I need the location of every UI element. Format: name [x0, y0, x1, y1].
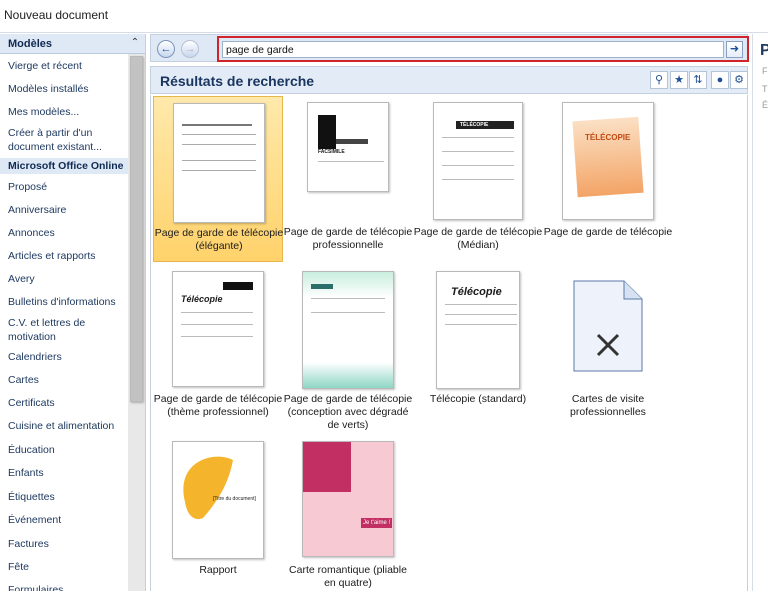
- template-thumbnail[interactable]: [Titre du document]: [172, 441, 264, 559]
- sidebar-item[interactable]: Anniversaire: [0, 200, 128, 220]
- sidebar-item[interactable]: Bulletins d'informations: [0, 292, 128, 312]
- sidebar-item[interactable]: Vierge et récent: [0, 56, 128, 76]
- scrollbar-thumb[interactable]: [130, 56, 143, 402]
- template-tile[interactable]: Page de garde de télécopie (conception a…: [283, 267, 413, 433]
- thumb-label: Je t'aime !: [361, 518, 393, 528]
- sidebar-item[interactable]: Fête: [0, 557, 128, 577]
- search-input[interactable]: [222, 41, 724, 58]
- sidebar-item[interactable]: Factures: [0, 534, 128, 554]
- sort-az-icon[interactable]: ⇅: [689, 71, 707, 89]
- sidebar-item[interactable]: Cuisine et alimentation: [0, 416, 128, 436]
- preview-line-icon: É: [762, 100, 768, 110]
- template-grid: Page de garde de télécopie (élégante) FAC…: [150, 95, 748, 591]
- sidebar-item[interactable]: Cartes: [0, 370, 128, 390]
- arrow-right-icon[interactable]: →: [181, 40, 199, 58]
- preview-line-icon: F: [762, 66, 768, 76]
- template-thumbnail[interactable]: Télécopie: [172, 271, 264, 387]
- preview-panel: P F T É: [752, 34, 768, 591]
- sidebar-group-heading[interactable]: Microsoft Office Online: [0, 158, 128, 174]
- template-thumbnail[interactable]: [302, 271, 394, 389]
- thumb-label: Télécopie: [451, 286, 502, 298]
- preview-line-icon: T: [762, 84, 768, 94]
- new-document-dialog: Nouveau document Modèles ⌃ Vierge et réc…: [0, 0, 768, 591]
- sidebar-item[interactable]: Articles et rapports: [0, 246, 128, 266]
- sidebar-item[interactable]: Formulaires: [0, 580, 128, 591]
- template-thumbnail[interactable]: TÉLÉCOPIE: [433, 102, 523, 220]
- results-title: Résultats de recherche: [160, 73, 315, 89]
- sidebar-item[interactable]: C.V. et lettres de motivation: [0, 316, 128, 346]
- star-rating-icon[interactable]: ★: [670, 71, 688, 89]
- template-thumbnail[interactable]: [173, 103, 265, 223]
- sidebar-item[interactable]: Créer à partir d'un document existant...: [0, 126, 128, 156]
- sidebar-item[interactable]: Événement: [0, 510, 128, 530]
- chevron-up-icon[interactable]: ⌃: [128, 36, 142, 50]
- thumb-label: [Titre du document]: [213, 496, 256, 502]
- template-caption: Page de garde de télécopie professionnel…: [283, 226, 413, 251]
- template-caption: Rapport: [199, 564, 237, 576]
- sidebar-item[interactable]: Avery: [0, 269, 128, 289]
- template-caption: Page de garde de télécopie (conception a…: [283, 393, 413, 431]
- sidebar-item[interactable]: Proposé: [0, 177, 128, 197]
- zoom-icon[interactable]: ⚲: [650, 71, 668, 89]
- template-tile[interactable]: TÉLÉCOPIE Page de garde de télécopie: [543, 96, 673, 262]
- arrow-left-icon[interactable]: ←: [157, 40, 175, 58]
- thumb-label: FACSIMILE: [318, 149, 345, 155]
- sidebar-item[interactable]: Enfants: [0, 463, 128, 483]
- template-thumbnail[interactable]: FACSIMILE: [307, 102, 389, 192]
- sidebar-item[interactable]: Étiquettes: [0, 487, 128, 507]
- template-tile[interactable]: TÉLÉCOPIE Page de garde de télécopie (Méd…: [413, 96, 543, 262]
- sidebar-item[interactable]: Modèles installés: [0, 79, 128, 99]
- sidebar-item[interactable]: Calendriers: [0, 347, 128, 367]
- results-header: Résultats de recherche ⚲ ★ ⇅ ● ⚙: [150, 66, 748, 94]
- template-caption: Page de garde de télécopie (élégante): [154, 227, 284, 252]
- document-icon: [573, 280, 643, 372]
- template-thumbnail[interactable]: Je t'aime !: [302, 441, 394, 557]
- user-settings-icon[interactable]: ⚙: [730, 71, 748, 89]
- preview-letter-icon: P: [760, 42, 768, 60]
- template-caption: Page de garde de télécopie (thème profes…: [153, 393, 283, 418]
- template-caption: Télécopie (standard): [429, 393, 527, 405]
- template-tile[interactable]: Page de garde de télécopie (élégante): [153, 96, 283, 262]
- sidebar-item[interactable]: Annonces: [0, 223, 128, 243]
- template-thumbnail[interactable]: Télécopie: [436, 271, 520, 389]
- thumb-label: Télécopie: [181, 294, 223, 304]
- template-tile[interactable]: FACSIMILE Page de garde de télécopie prof…: [283, 96, 413, 262]
- sidebar-header[interactable]: Modèles ⌃: [0, 34, 145, 54]
- person-icon[interactable]: ●: [711, 71, 729, 89]
- sidebar-item[interactable]: Éducation: [0, 440, 128, 460]
- search-box: ➜: [217, 36, 749, 62]
- window-title: Nouveau document: [4, 8, 109, 22]
- template-tile[interactable]: Télécopie Télécopie (standard): [413, 267, 543, 433]
- thumb-label: TÉLÉCOPIE: [460, 122, 489, 128]
- go-arrow-icon[interactable]: ➜: [726, 41, 743, 58]
- template-caption: Carte romantique (pliable en quatre): [289, 564, 407, 589]
- template-caption: Page de garde de télécopie: [543, 226, 673, 238]
- template-tile[interactable]: Télécopie Page de garde de télécopie (thè…: [153, 267, 283, 433]
- template-tile[interactable]: Cartes de visite professionnelles: [543, 267, 673, 433]
- template-caption: Page de garde de télécopie (Médian): [413, 226, 543, 251]
- thumb-label: TÉLÉCOPIE: [585, 133, 631, 142]
- template-tile[interactable]: [Titre du document] Rapport: [153, 439, 283, 589]
- sidebar-item[interactable]: Mes modèles...: [0, 102, 128, 122]
- title-bar: Nouveau document: [0, 0, 768, 33]
- sidebar-header-label: Modèles: [8, 38, 53, 50]
- sidebar-scrollbar[interactable]: [128, 54, 145, 591]
- template-thumbnail[interactable]: [572, 279, 644, 373]
- template-caption: Cartes de visite professionnelles: [570, 393, 646, 418]
- template-tile[interactable]: Je t'aime ! Carte romantique (pliable en …: [283, 439, 413, 589]
- template-category-sidebar: Modèles ⌃ Vierge et récent Modèles instal…: [0, 34, 146, 591]
- template-thumbnail[interactable]: TÉLÉCOPIE: [562, 102, 654, 220]
- sidebar-item[interactable]: Certificats: [0, 393, 128, 413]
